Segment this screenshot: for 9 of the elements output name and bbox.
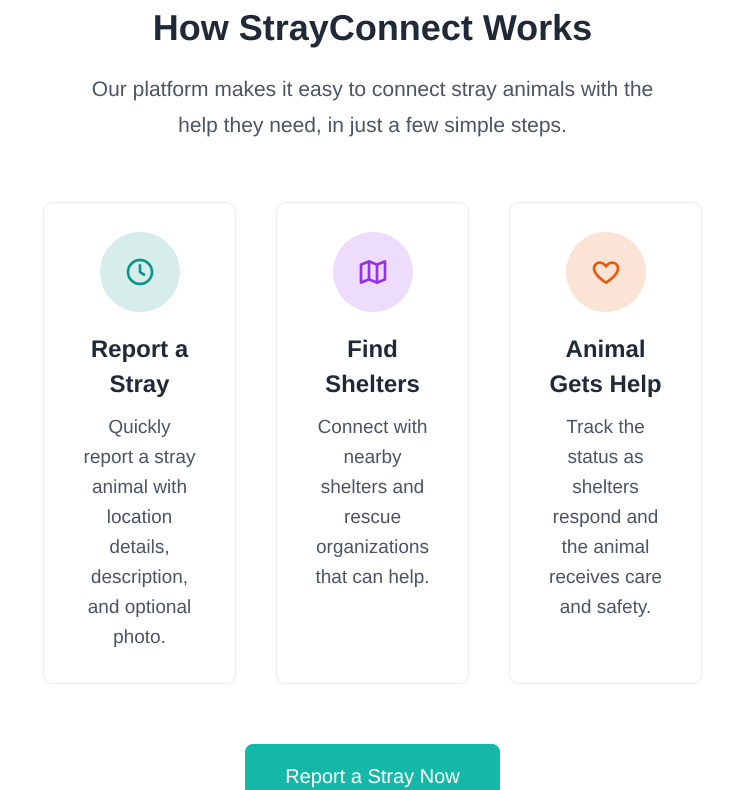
- step-title: Animal Gets Help: [548, 335, 663, 400]
- step-description: Quickly report a stray animal with location details, description, and optional photo.: [82, 416, 196, 650]
- step-title: Report a Stray: [90, 335, 190, 400]
- step-title: Find Shelters: [324, 335, 421, 400]
- step-description: Connect with nearby shelters and rescue organizations that can help.: [314, 416, 430, 590]
- step-description: Track the status as shelters respond and the animal receives care and safety.: [548, 416, 663, 620]
- section-heading: How StrayConnect Works: [152, 6, 594, 50]
- section-description: Our platform makes it easy to connect stray animals with the help they need, in just a few simple steps.: [90, 77, 654, 140]
- report-stray-button[interactable]: Report a Stray Now: [245, 744, 500, 790]
